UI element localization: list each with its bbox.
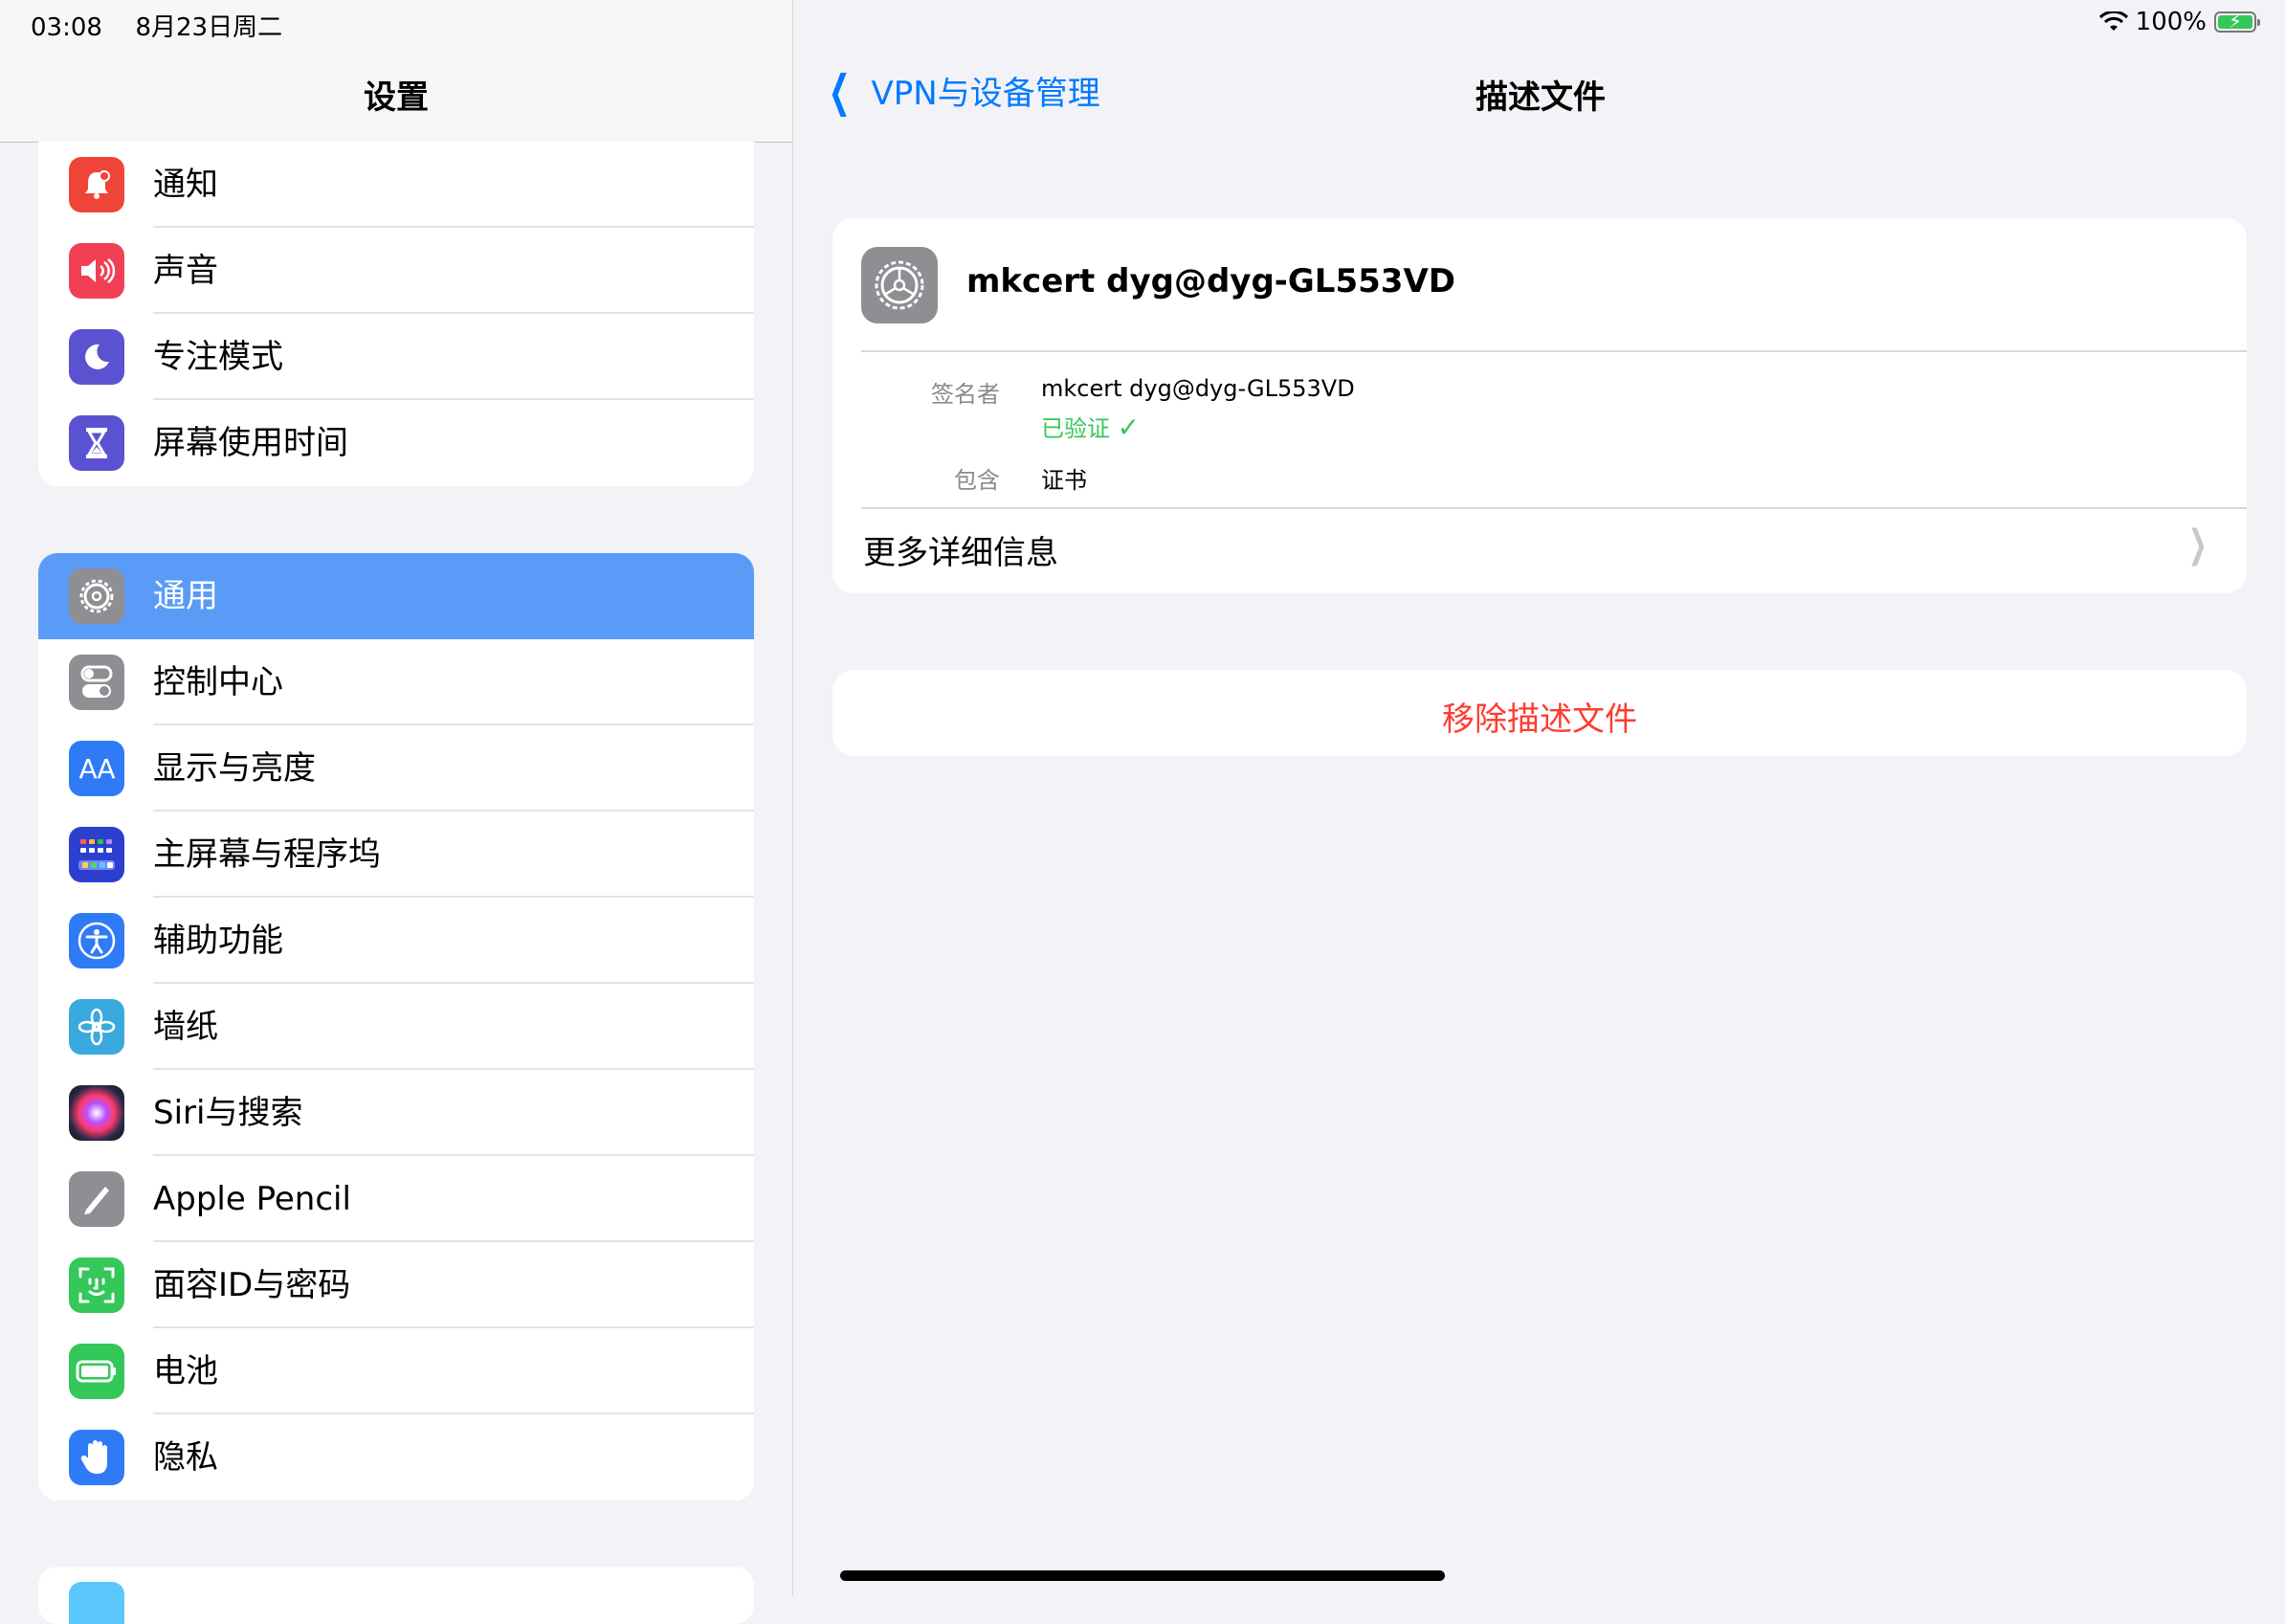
sidebar-item-siri-search[interactable]: Siri与搜索 [38, 1070, 754, 1156]
battery-icon: ⚡ [2214, 10, 2260, 33]
app-grid-icon [69, 827, 124, 882]
back-button-label: VPN与设备管理 [871, 75, 1100, 113]
accessibility-icon [69, 913, 124, 968]
status-time: 03:08 [31, 13, 102, 42]
battery-icon [69, 1344, 124, 1399]
sidebar-item-label: 声音 [153, 252, 218, 290]
sidebar-item-display-brightness[interactable]: AA 显示与亮度 [38, 725, 754, 812]
settings-sidebar: 设置 通知 声音 专注模式 屏幕使用时间 通用 控制中心 AA 显示与亮度 主屏… [0, 0, 793, 1624]
settings-group-1: 通知 声音 专注模式 屏幕使用时间 [38, 142, 754, 486]
sidebar-item-screen-time[interactable]: 屏幕使用时间 [38, 400, 754, 486]
sidebar-item-battery[interactable]: 电池 [38, 1328, 754, 1414]
sidebar-item-notifications[interactable]: 通知 [38, 142, 754, 228]
pencil-icon [69, 1171, 124, 1227]
sidebar-item-wallpaper[interactable]: 墙纸 [38, 984, 754, 1070]
siri-icon [69, 1085, 124, 1141]
sidebar-item-label: Siri与搜索 [153, 1094, 303, 1132]
contains-key: 包含 [954, 467, 1000, 494]
sidebar-item-label: 显示与亮度 [153, 749, 316, 788]
sidebar-item-label: 通用 [153, 577, 218, 615]
wifi-icon [2098, 11, 2128, 31]
settings-group-3 [38, 1567, 754, 1624]
sidebar-item-label: 屏幕使用时间 [153, 424, 348, 462]
status-bar: 03:08 8月23日周二 100% ⚡ [0, 0, 2285, 44]
signer-value: mkcert dyg@dyg-GL553VD [1041, 375, 1355, 402]
home-indicator[interactable] [840, 1570, 1445, 1581]
more-details-row[interactable]: 更多详细信息 [863, 526, 1058, 573]
bell-icon [69, 157, 124, 212]
chevron-right-icon: ❯ [2188, 523, 2208, 567]
sidebar-item-home-screen-dock[interactable]: 主屏幕与程序坞 [38, 812, 754, 898]
gear-icon [69, 568, 124, 624]
profile-card: mkcert dyg@dyg-GL553VD 签名者 mkcert dyg@dy… [832, 218, 2247, 593]
signer-key: 签名者 [931, 381, 1000, 408]
app-store-icon [69, 1582, 124, 1624]
sidebar-item-apple-pencil[interactable]: Apple Pencil [38, 1156, 754, 1242]
status-right: 100% ⚡ [2098, 8, 2260, 36]
sidebar-item-focus[interactable]: 专注模式 [38, 314, 754, 400]
settings-gear-icon [861, 247, 938, 323]
checkmark-icon: ✓ [1117, 412, 1141, 443]
sidebar-item-label: 辅助功能 [153, 922, 283, 960]
speaker-icon [69, 243, 124, 299]
sidebar-item-label: Apple Pencil [153, 1180, 351, 1218]
sidebar-item-label: 通知 [153, 166, 218, 204]
status-date: 8月23日周二 [135, 13, 283, 42]
remove-profile-label: 移除描述文件 [1442, 701, 1637, 739]
sidebar-item-sounds[interactable]: 声音 [38, 228, 754, 314]
page-title: 描述文件 [1475, 78, 1606, 117]
battery-percentage: 100% [2135, 8, 2207, 36]
profile-name: mkcert dyg@dyg-GL553VD [966, 262, 1455, 300]
sidebar-item-label: 隐私 [153, 1438, 218, 1477]
face-id-icon [69, 1257, 124, 1313]
more-details-label: 更多详细信息 [863, 534, 1058, 572]
settings-group-2: 通用 控制中心 AA 显示与亮度 主屏幕与程序坞 辅助功能 墙纸 Siri与搜索… [38, 553, 754, 1501]
flower-icon [69, 999, 124, 1055]
sidebar-item-label: 专注模式 [153, 338, 283, 376]
toggles-icon [69, 655, 124, 710]
remove-profile-button[interactable]: 移除描述文件 [832, 670, 2247, 756]
sidebar-item-accessibility[interactable]: 辅助功能 [38, 898, 754, 984]
chevron-left-icon: ❮ [828, 64, 851, 117]
moon-icon [69, 329, 124, 385]
sidebar-item-label: 控制中心 [153, 663, 283, 701]
sidebar-item-label: 主屏幕与程序坞 [153, 835, 381, 874]
sidebar-item-general[interactable]: 通用 [38, 553, 754, 639]
sidebar-title: 设置 [364, 78, 429, 117]
sidebar-item-label: 电池 [153, 1352, 218, 1390]
sidebar-item-face-id-passcode[interactable]: 面容ID与密码 [38, 1242, 754, 1328]
sidebar-item-privacy[interactable]: 隐私 [38, 1414, 754, 1501]
verified-label: 已验证 [1041, 415, 1110, 442]
verified-status: 已验证 ✓ [1041, 410, 1140, 443]
sidebar-item-control-center[interactable]: 控制中心 [38, 639, 754, 725]
hourglass-icon [69, 415, 124, 471]
sidebar-item-label: 墙纸 [153, 1008, 218, 1046]
sidebar-item-label: 面容ID与密码 [153, 1266, 351, 1304]
contains-value: 证书 [1041, 467, 1087, 494]
hand-icon [69, 1430, 124, 1485]
back-button[interactable]: ❮ VPN与设备管理 [821, 67, 1100, 114]
text-size-icon: AA [69, 741, 124, 796]
status-time-date: 03:08 8月23日周二 [31, 8, 282, 43]
